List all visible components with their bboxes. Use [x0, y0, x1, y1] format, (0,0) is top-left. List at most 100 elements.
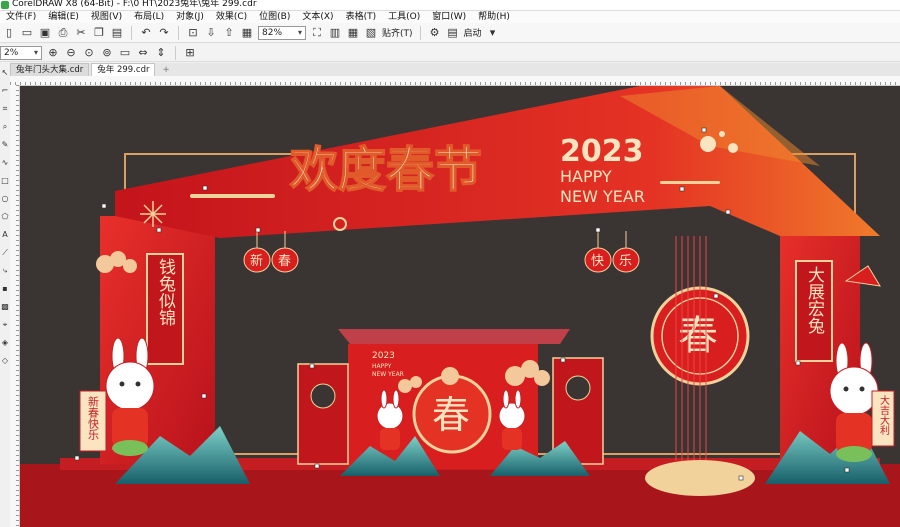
search-content-icon[interactable]: ⊡ — [186, 26, 200, 40]
new-year-text: NEW YEAR — [560, 187, 645, 206]
lantern-kuai-text: 快 — [591, 254, 604, 269]
pavilion-roof — [338, 329, 570, 344]
show-grid-icon[interactable]: ▦ — [346, 26, 360, 40]
main-title: 欢度春节 — [289, 142, 482, 198]
zoom-to-page-width-icon[interactable]: ⇔ — [136, 46, 150, 60]
paste-icon[interactable]: ▤ — [110, 26, 124, 40]
zoom-levels-select[interactable]: 2% ▾ — [0, 45, 42, 60]
freehand-tool-icon[interactable]: ✎ — [1, 141, 9, 149]
zoom-to-page-height-icon[interactable]: ⇕ — [154, 46, 168, 60]
zoom-tool-icon[interactable]: ⌕ — [1, 123, 9, 131]
menu-table[interactable]: 表格(T) — [340, 11, 383, 23]
menu-window[interactable]: 窗口(W) — [426, 11, 472, 23]
show-rulers-icon[interactable]: ▥ — [328, 26, 342, 40]
menu-view[interactable]: 视图(V) — [85, 11, 128, 23]
menu-bar: 文件(F) 编辑(E) 视图(V) 布局(L) 对象(J) 效果(C) 位图(B… — [0, 11, 900, 23]
zoom-to-selected-icon[interactable]: ⊙ — [82, 46, 96, 60]
toolbar-separator — [175, 45, 176, 60]
new-tab-plus-icon[interactable]: + — [157, 64, 174, 76]
artwork-svg: 欢度春节 2023 HAPPY NEW YEAR 新 春 快 乐 钱兔似锦 大展… — [20, 86, 900, 527]
tab-label: 兔年 299.cdr — [97, 65, 150, 75]
open-folder-icon[interactable]: ▭ — [20, 26, 34, 40]
copy-icon[interactable]: ❐ — [92, 26, 106, 40]
transparency-tool-icon[interactable]: ▩ — [1, 303, 9, 311]
chevron-down-icon[interactable]: ▾ — [486, 26, 500, 40]
connector-tool-icon[interactable]: ⤷ — [1, 267, 9, 275]
zoom-levels-value: 2% — [4, 47, 19, 58]
import-icon[interactable]: ⇩ — [204, 26, 218, 40]
lantern-chun-text: 春 — [278, 254, 291, 269]
menu-help[interactable]: 帮助(H) — [472, 11, 516, 23]
lantern-le-text: 乐 — [619, 254, 632, 269]
grid-icon[interactable]: ⊞ — [183, 46, 197, 60]
zoom-level-value: 82% — [262, 27, 283, 38]
drop-shadow-icon[interactable]: ▪ — [1, 285, 9, 293]
menu-file[interactable]: 文件(F) — [0, 11, 42, 23]
cloud-line — [660, 181, 720, 184]
vertical-ruler[interactable] — [10, 85, 20, 527]
rectangle-tool-icon[interactable]: □ — [1, 177, 9, 185]
menu-tools[interactable]: 工具(O) — [382, 11, 426, 23]
toolbar-separator — [178, 25, 179, 40]
cloud-line — [190, 194, 275, 198]
shape-tool-icon[interactable]: ⌐ — [1, 87, 9, 95]
polygon-tool-icon[interactable]: ⬠ — [1, 213, 9, 221]
menu-layout[interactable]: 布局(L) — [128, 11, 170, 23]
drawing-canvas[interactable]: 欢度春节 2023 HAPPY NEW YEAR 新 春 快 乐 钱兔似锦 大展… — [20, 86, 900, 527]
zoom-out-icon[interactable]: ⊖ — [64, 46, 78, 60]
interactive-fill-icon[interactable]: ◈ — [1, 339, 9, 347]
horizontal-ruler[interactable] — [10, 76, 900, 86]
crop-tool-icon[interactable]: ⌗ — [1, 105, 9, 113]
menu-edit[interactable]: 编辑(E) — [42, 11, 85, 23]
zoom-level-select[interactable]: 82% ▾ — [258, 25, 306, 40]
title-bar: CorelDRAW X8 (64-Bit) - F:\0 HT\2023兔年\兔… — [0, 0, 900, 11]
year-text: 2023 — [560, 134, 644, 169]
tab-document-1[interactable]: 兔年门头大集.cdr — [10, 63, 90, 76]
zoom-to-page-icon[interactable]: ▭ — [118, 46, 132, 60]
cut-icon[interactable]: ✂ — [74, 26, 88, 40]
undo-icon[interactable]: ↶ — [139, 26, 153, 40]
ellipse-tool-icon[interactable]: ○ — [1, 195, 9, 203]
toolbar-separator — [419, 25, 421, 40]
menu-text[interactable]: 文本(X) — [296, 11, 339, 23]
roof-banner — [115, 86, 880, 238]
launch-menu[interactable]: 启动 — [464, 26, 482, 39]
lantern-xin: 新 — [243, 231, 271, 273]
snap-to-menu[interactable]: 贴齐(T) — [382, 26, 413, 39]
couplet-left-text: 钱兔似锦 — [155, 258, 176, 326]
publish-pdf-icon[interactable]: ▦ — [240, 26, 254, 40]
text-tool-icon[interactable]: A — [1, 231, 9, 239]
sand-dune — [645, 460, 755, 496]
tab-document-2[interactable]: 兔年 299.cdr — [91, 63, 156, 76]
print-icon[interactable]: ⎙ — [56, 26, 70, 40]
zoom-to-all-objects-icon[interactable]: ⊚ — [100, 46, 114, 60]
pick-tool-icon[interactable]: ↖ — [1, 69, 9, 77]
coreldraw-app-icon — [1, 1, 9, 9]
screen-right-medallion — [565, 375, 591, 401]
document-tab-bar: 兔年门头大集.cdr 兔年 299.cdr + — [10, 63, 900, 76]
standard-toolbar: ▯ ▭ ▣ ⎙ ✂ ❐ ▤ ↶ ↷ ⊡ ⇩ ⇧ ▦ 82% ▾ ⛶ ▥ ▦ ▧ … — [0, 23, 900, 43]
menu-effects[interactable]: 效果(C) — [210, 11, 253, 23]
menu-object[interactable]: 对象(J) — [170, 11, 210, 23]
export-icon[interactable]: ⇧ — [222, 26, 236, 40]
show-guidelines-icon[interactable]: ▧ — [364, 26, 378, 40]
window-title: CorelDRAW X8 (64-Bit) - F:\0 HT\2023兔年\兔… — [12, 0, 257, 9]
redo-icon[interactable]: ↷ — [157, 26, 171, 40]
lantern-kuai: 快 — [584, 231, 612, 273]
full-screen-icon[interactable]: ⛶ — [310, 26, 324, 40]
center-chun-text: 春 — [432, 393, 470, 437]
zoom-in-icon[interactable]: ⊕ — [46, 46, 60, 60]
menu-bitmaps[interactable]: 位图(B) — [253, 11, 296, 23]
new-document-icon[interactable]: ▯ — [2, 26, 16, 40]
save-icon[interactable]: ▣ — [38, 26, 52, 40]
application-launcher-icon[interactable]: ▤ — [446, 26, 460, 40]
artistic-media-icon[interactable]: ∿ — [1, 159, 9, 167]
toolbar-separator — [131, 25, 132, 40]
tab-label: 兔年门头大集.cdr — [16, 65, 84, 75]
eyedropper-icon[interactable]: ⌖ — [1, 321, 9, 329]
options-gear-icon[interactable]: ⚙ — [428, 26, 442, 40]
screen-left-medallion — [310, 383, 336, 409]
smart-fill-icon[interactable]: ◇ — [1, 357, 9, 365]
parallel-dimension-icon[interactable]: ⟋ — [1, 249, 9, 257]
rabbit-head-ornament — [441, 367, 459, 385]
